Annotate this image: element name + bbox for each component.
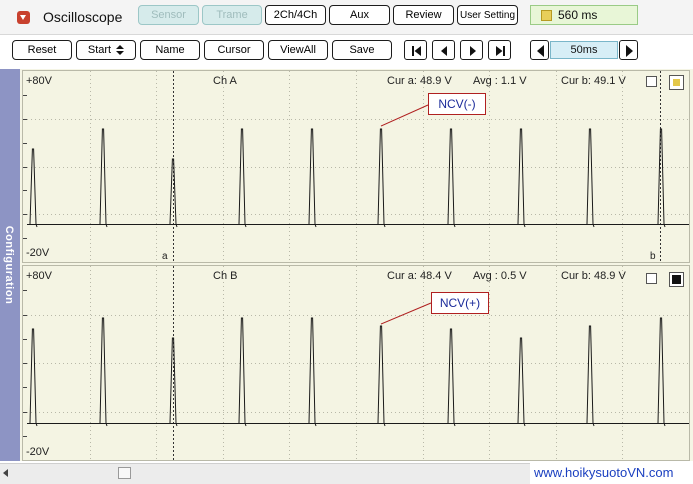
watermark: www.hoikysuotoVN.com — [534, 465, 674, 480]
time-decrease-icon — [537, 45, 544, 57]
scroll-left-icon[interactable] — [3, 469, 8, 477]
channel-a-y-max: +80V — [26, 75, 52, 87]
trace-spike — [586, 325, 594, 424]
channel-b-annotation: NCV(+) — [431, 292, 489, 314]
tab-user-setting[interactable]: User Setting — [457, 5, 518, 25]
tab-trame[interactable]: Trame — [202, 5, 262, 25]
trace-spike — [308, 128, 316, 225]
annotation-leader — [380, 104, 429, 127]
skip-first-button[interactable] — [404, 40, 427, 60]
tab-sensor[interactable]: Sensor — [138, 5, 199, 25]
reset-button[interactable]: Reset — [12, 40, 72, 60]
horizontal-scrollbar[interactable] — [0, 463, 530, 484]
channel-b-avg: Avg : 0.5 V — [473, 270, 527, 282]
trace-spike — [447, 128, 455, 225]
next-icon — [470, 46, 476, 56]
cursor-b-label: b — [650, 251, 656, 262]
trace-spike — [377, 325, 385, 424]
timebase-value: 50ms — [550, 41, 618, 59]
trace-spike — [238, 128, 246, 225]
channel-a-cur-b: Cur b: 49.1 V — [561, 75, 626, 87]
trace-spike — [657, 317, 665, 424]
save-button[interactable]: Save — [332, 40, 392, 60]
start-select[interactable]: Start — [76, 40, 136, 60]
viewall-button[interactable]: ViewAll — [268, 40, 328, 60]
next-button[interactable] — [460, 40, 483, 60]
status-value: 560 ms — [558, 8, 598, 22]
cursor-button[interactable]: Cursor — [204, 40, 264, 60]
trace-spike — [517, 128, 525, 225]
trace-spike — [586, 128, 594, 225]
trace-spike — [29, 148, 37, 225]
trace-spike — [308, 317, 316, 424]
channel-a-annotation: NCV(-) — [428, 93, 486, 115]
trace-spike — [377, 128, 385, 225]
updown-arrows-icon — [116, 45, 125, 55]
channel-b-cur-b: Cur b: 48.9 V — [561, 270, 626, 282]
status-indicator: 560 ms — [530, 5, 638, 25]
channel-a-avg: Avg : 1.1 V — [473, 75, 527, 87]
time-increase-button[interactable] — [619, 40, 638, 60]
channel-b-y-min: -20V — [26, 446, 50, 458]
app-title: Oscilloscope — [43, 9, 123, 25]
cursor-a-label: a — [162, 251, 168, 262]
trace-spike — [517, 337, 525, 424]
trace-spike — [99, 317, 107, 424]
skip-first-icon — [412, 46, 421, 56]
channel-a-plot[interactable] — [23, 71, 689, 262]
tab-aux[interactable]: Aux — [329, 5, 390, 25]
configuration-label: Configuration — [3, 225, 15, 305]
annotation-leader — [380, 302, 432, 325]
channel-b-y-max: +80V — [26, 270, 52, 282]
prev-icon — [441, 46, 447, 56]
configuration-sidebar[interactable]: Configuration — [0, 69, 21, 461]
channel-a-checkbox[interactable] — [646, 76, 657, 87]
channel-a-color-swatch[interactable] — [669, 75, 684, 90]
channel-a-cur-a: Cur a: 48.9 V — [387, 75, 452, 87]
channel-b-panel: +80V -20V Ch B Cur a: 48.4 V Avg : 0.5 V… — [22, 265, 690, 461]
trace-spike — [238, 317, 246, 424]
trace-spike — [447, 328, 455, 424]
start-label: Start — [87, 44, 112, 56]
trace-spike — [99, 128, 107, 225]
tab-review[interactable]: Review — [393, 5, 454, 25]
channel-a-y-min: -20V — [26, 247, 50, 259]
prev-button[interactable] — [432, 40, 455, 60]
time-decrease-button[interactable] — [530, 40, 549, 60]
trace-spike — [29, 328, 37, 424]
channel-b-plot[interactable] — [23, 266, 689, 460]
battery-icon — [541, 9, 552, 21]
channel-b-color-swatch[interactable] — [669, 272, 684, 287]
channel-b-checkbox[interactable] — [646, 273, 657, 284]
tab-2ch-4ch[interactable]: 2Ch/4Ch — [265, 5, 326, 25]
scroll-thumb[interactable] — [118, 467, 131, 479]
time-increase-icon — [626, 45, 633, 57]
channel-b-name: Ch B — [213, 270, 238, 282]
channel-a-name: Ch A — [213, 75, 237, 87]
dropdown-triangle-icon[interactable] — [17, 11, 30, 24]
skip-last-icon — [496, 46, 505, 56]
channel-b-cur-a: Cur a: 48.4 V — [387, 270, 452, 282]
skip-last-button[interactable] — [488, 40, 511, 60]
channel-a-panel: +80V -20V Ch A Cur a: 48.9 V Avg : 1.1 V… — [22, 70, 690, 263]
name-button[interactable]: Name — [140, 40, 200, 60]
